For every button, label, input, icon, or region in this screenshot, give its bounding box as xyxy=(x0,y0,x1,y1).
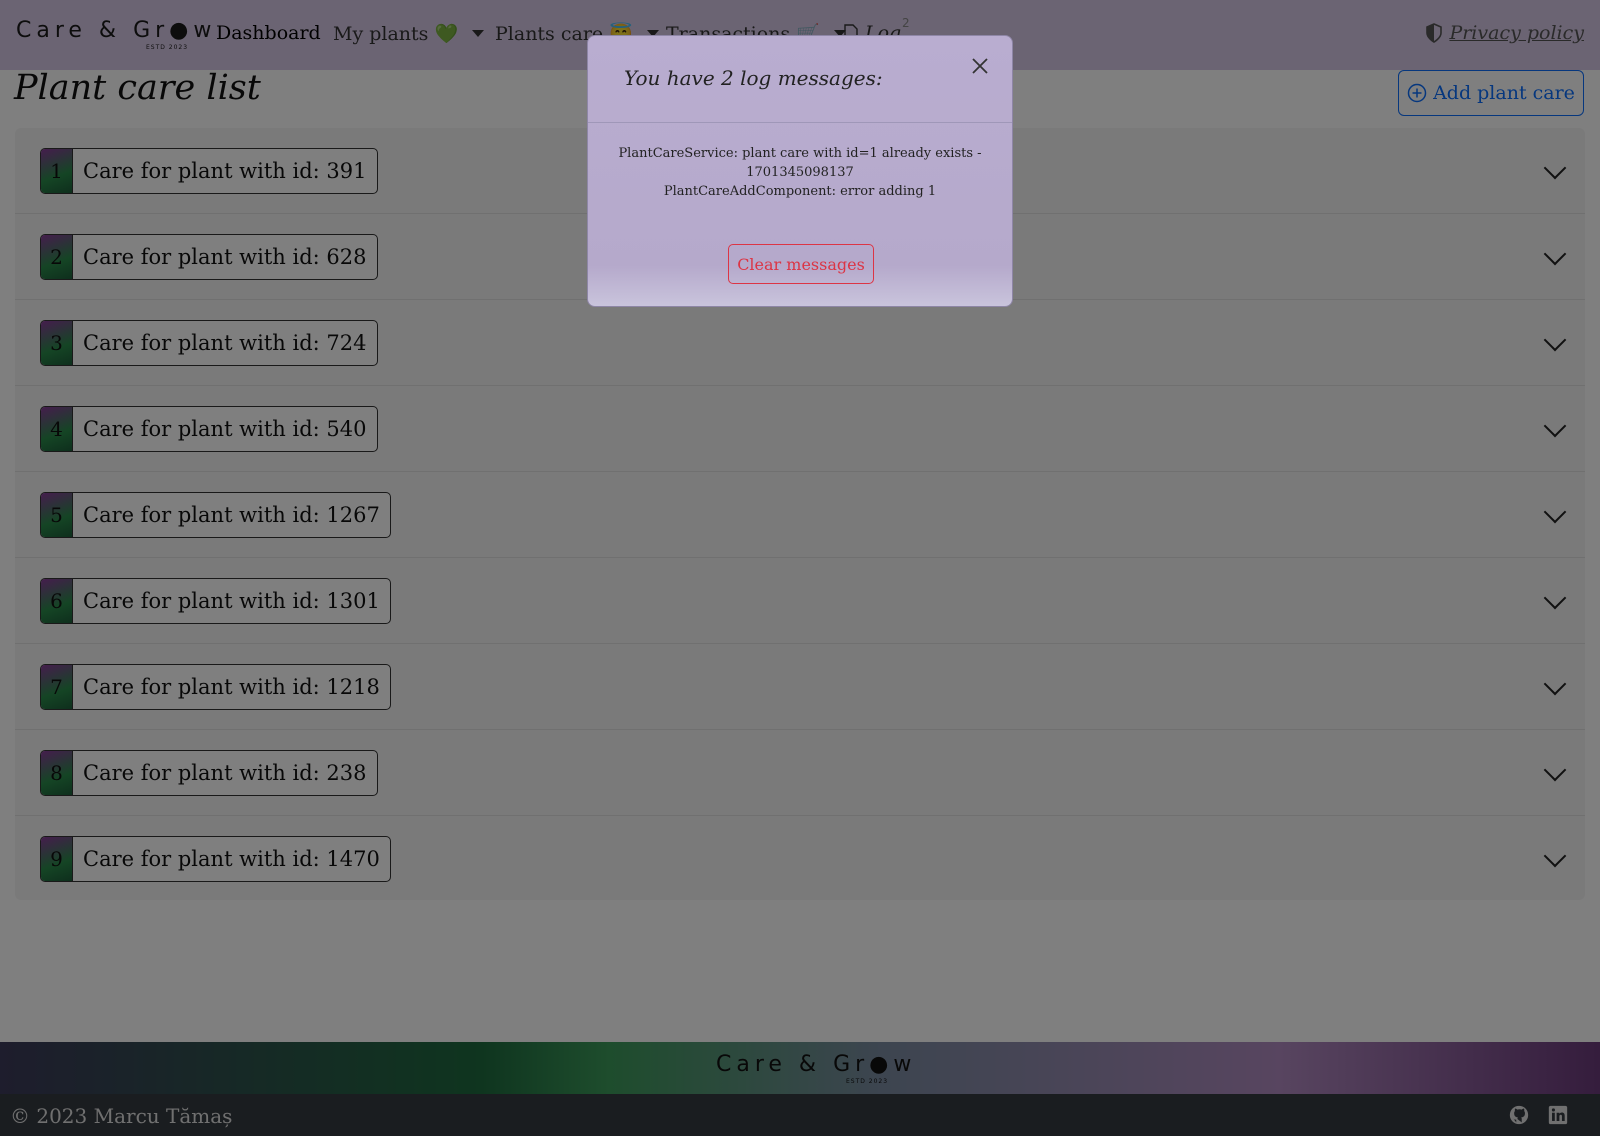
modal-body: PlantCareService: plant care with id=1 a… xyxy=(588,144,1012,201)
modal-divider xyxy=(588,122,1012,123)
modal-title: You have 2 log messages: xyxy=(624,66,883,90)
log-message: PlantCareService: plant care with id=1 a… xyxy=(618,146,982,180)
clear-messages-button[interactable]: Clear messages xyxy=(728,244,874,284)
close-icon[interactable] xyxy=(968,54,992,78)
log-message: PlantCareAddComponent: error adding 1 xyxy=(663,184,937,199)
log-messages-modal: You have 2 log messages: PlantCareServic… xyxy=(587,35,1013,307)
